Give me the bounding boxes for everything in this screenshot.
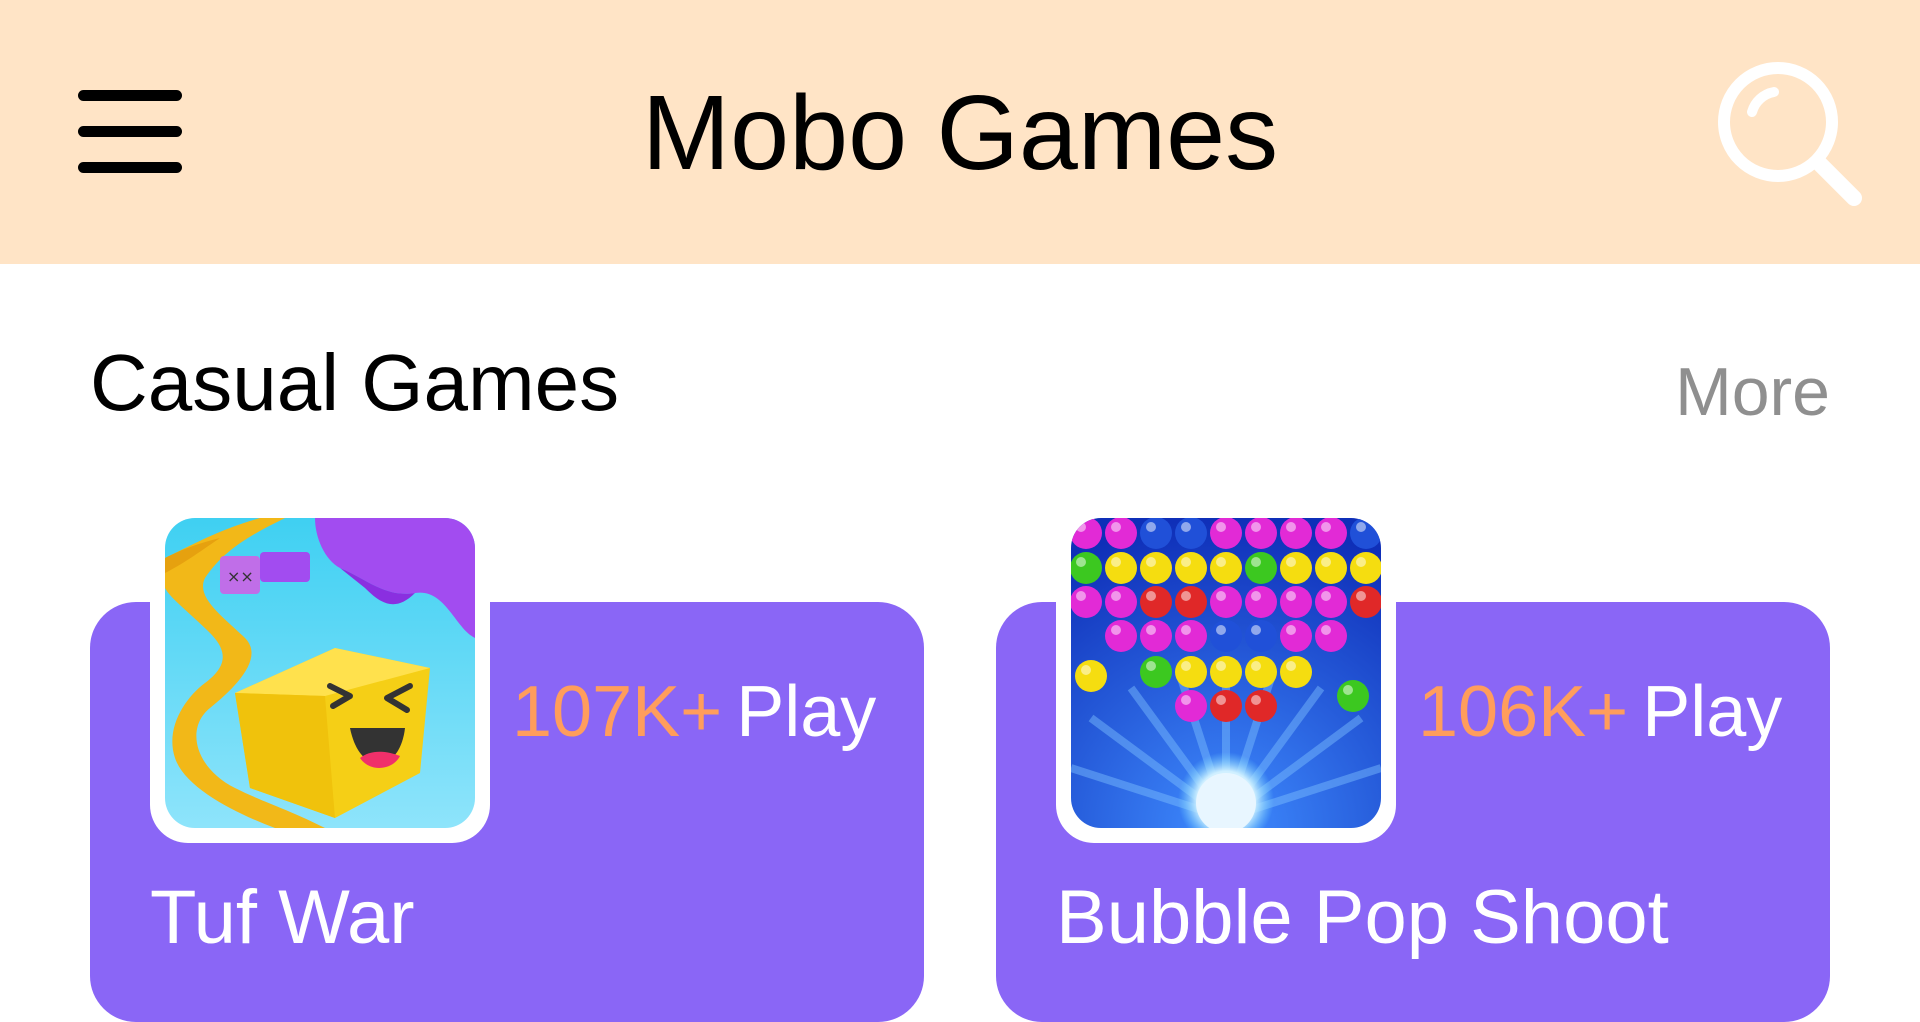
section-title: Casual Games [90, 338, 620, 427]
tuf-war-cube-icon: ×× [165, 518, 475, 828]
svg-text:××: ×× [227, 567, 254, 586]
play-label: Play [1642, 672, 1783, 752]
game-name[interactable]: Tuf War [150, 874, 415, 962]
more-link[interactable]: More [1660, 352, 1830, 432]
app-header: Mobo Games [0, 0, 1920, 264]
play-count-value: 106K+ [1418, 672, 1629, 752]
game-thumbnail[interactable]: ×× [150, 503, 490, 843]
play-label: Play [736, 672, 877, 752]
play-count: 106K+ Play [1418, 670, 1782, 754]
search-icon[interactable] [1712, 56, 1868, 212]
game-thumbnail[interactable] [1056, 503, 1396, 843]
app-title: Mobo Games [641, 74, 1279, 192]
game-name[interactable]: Bubble Pop Shoot [1056, 874, 1669, 962]
bubble-shooter-icon [1071, 518, 1381, 828]
play-count: 107K+ Play [512, 670, 876, 754]
play-count-value: 107K+ [512, 672, 723, 752]
